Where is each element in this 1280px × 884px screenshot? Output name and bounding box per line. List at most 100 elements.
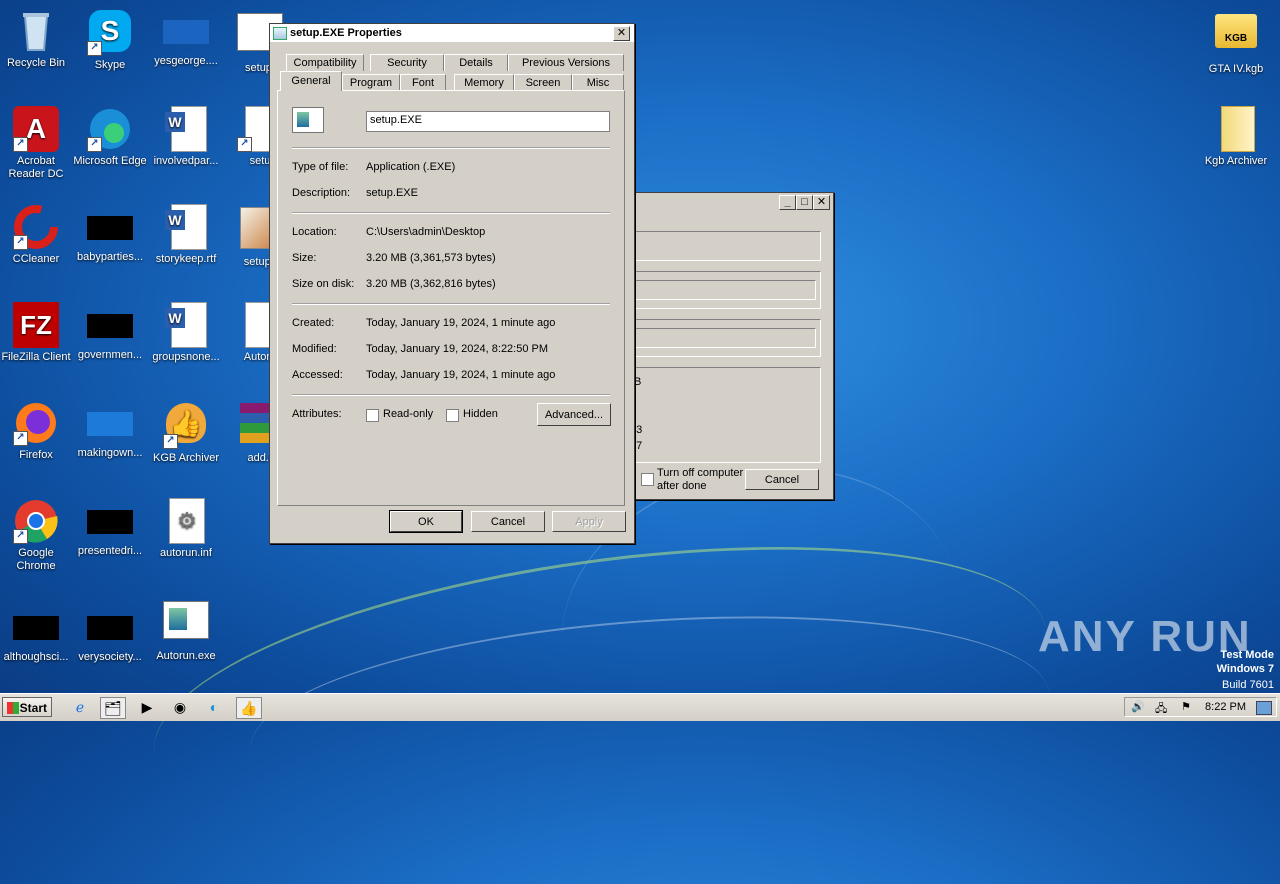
windows-version-text: Windows 7 [1216, 663, 1274, 675]
desktop-icon-label: makingown... [77, 447, 143, 459]
tab-font[interactable]: Font [400, 74, 446, 91]
attributes-label: Attributes: [292, 408, 342, 420]
desktop-icon-chrome[interactable]: ↗ Google Chrome [0, 498, 74, 573]
tab-screen[interactable]: Screen [514, 74, 572, 91]
desktop-icon-ccleaner[interactable]: ↗ CCleaner [0, 204, 74, 266]
show-desktop-icon[interactable] [1256, 701, 1272, 715]
desktop-icon-acrobat[interactable]: A ↗ Acrobat Reader DC [0, 106, 74, 181]
desktop-icon-gta-kgb[interactable]: KGB GTA IV.kgb [1198, 8, 1274, 76]
edge-taskbar-icon[interactable]: ◐ [202, 697, 226, 717]
build-number-text: Build 7601 [1222, 679, 1274, 691]
volume-icon[interactable]: 🔊 [1131, 700, 1145, 713]
file-thumbnail-icon [13, 616, 59, 640]
desktop-icon-label: Microsoft Edge [73, 155, 147, 167]
desktop-icon-skype[interactable]: S ↗ Skype [72, 8, 148, 72]
system-tray: 🔊 🖧 ⚑ 8:22 PM [1124, 697, 1277, 717]
created-value: Today, January 19, 2024, 1 minute ago [366, 317, 556, 329]
desktop-icon-autorun-inf[interactable]: ⚙ autorun.inf [148, 498, 224, 560]
thumbs-up-icon: 👍 ↗ [163, 403, 209, 449]
tab-security[interactable]: Security [370, 54, 444, 71]
minimize-button[interactable]: _ [779, 195, 796, 210]
read-only-label: Read-only [383, 408, 434, 420]
kgb-archiver-taskbar-icon[interactable]: 👍 [236, 697, 262, 719]
desktop-icon-label: GTA IV.kgb [1208, 63, 1264, 75]
desktop-icon-yesgeorge[interactable]: yesgeorge.... [148, 8, 224, 68]
desktop-icon-label: CCleaner [12, 253, 60, 265]
tab-compatibility[interactable]: Compatibility [286, 54, 364, 71]
tab-general[interactable]: General [280, 71, 342, 91]
desktop-icon-kgb-archiver[interactable]: 👍 ↗ KGB Archiver [148, 400, 224, 465]
test-mode-text: Test Mode [1220, 649, 1274, 661]
desktop-icon-label: babyparties... [76, 251, 144, 263]
chrome-taskbar-icon[interactable]: ◉ [168, 697, 192, 717]
hidden-checkbox[interactable] [446, 409, 459, 422]
tab-previous-versions[interactable]: Previous Versions [508, 54, 624, 71]
turn-off-checkbox[interactable] [641, 473, 654, 486]
desktop-icon-storykeep[interactable]: W storykeep.rtf [148, 204, 224, 266]
read-only-checkbox[interactable] [366, 409, 379, 422]
network-icon[interactable]: 🖧 [1155, 700, 1167, 719]
close-button[interactable]: ✕ [613, 26, 630, 41]
turn-off-label: Turn off computer after done [657, 467, 744, 492]
type-value: Application (.EXE) [366, 161, 456, 173]
accessed-value: Today, January 19, 2024, 1 minute ago [366, 369, 556, 381]
internet-explorer-icon[interactable]: ℯ [68, 697, 92, 717]
desktop-icon-label: Acrobat Reader DC [8, 155, 64, 180]
cancel-button[interactable]: Cancel [745, 469, 819, 490]
desktop-icon-edge[interactable]: ↗ Microsoft Edge [72, 106, 148, 168]
start-button[interactable]: Start [2, 697, 52, 717]
desktop-icon-label: Google Chrome [16, 547, 56, 572]
maximize-button[interactable]: □ [796, 195, 813, 210]
desktop-icon-filezilla[interactable]: FZ FileZilla Client [0, 302, 74, 364]
tab-program[interactable]: Program [342, 74, 400, 91]
close-button[interactable]: ✕ [813, 195, 830, 210]
background-installer-dialog: _ □ ✕ B 43 47 Turn off computer after do… [600, 192, 834, 500]
group-box [621, 319, 821, 357]
ok-button[interactable]: OK [389, 510, 463, 533]
description-label: Description: [292, 187, 351, 199]
desktop-icon-label: Firefox [19, 449, 53, 461]
word-document-icon: W [163, 106, 209, 152]
properties-dialog: setup.EXE Properties ✕ Compatibility Sec… [269, 23, 635, 544]
created-label: Created: [292, 317, 335, 329]
filename-field[interactable]: setup.EXE [366, 111, 610, 132]
desktop-icon-presentedri[interactable]: presentedri... [72, 498, 148, 558]
desktop-icon-autorun-exe[interactable]: Autorun.exe [148, 596, 224, 663]
desktop-icon-makingown[interactable]: makingown... [72, 400, 148, 460]
desktop-icon-recycle-bin[interactable]: Recycle Bin [0, 8, 74, 70]
file-explorer-icon[interactable]: 🗂 [100, 697, 126, 719]
desktop-icon-babyparties[interactable]: babyparties... [72, 204, 148, 264]
desktop-icon-label: autorun.inf [160, 547, 212, 559]
settings-file-icon: ⚙ [163, 498, 209, 544]
dialog-title: setup.EXE Properties [290, 27, 402, 39]
clock[interactable]: 8:22 PM [1205, 701, 1246, 713]
cancel-button[interactable]: Cancel [471, 511, 545, 532]
desktop-icon-label: Autorun.exe [156, 650, 216, 662]
action-center-flag-icon[interactable]: ⚑ [1181, 700, 1191, 713]
recycle-bin-icon [13, 8, 59, 54]
desktop-icon-label: Recycle Bin [6, 57, 66, 69]
location-label: Location: [292, 226, 337, 238]
media-player-icon[interactable]: ▶ [135, 697, 159, 717]
advanced-button[interactable]: Advanced... [537, 403, 611, 426]
desktop-icon-althoughsci[interactable]: althoughsci... [0, 602, 74, 664]
desktop-icon-label: althoughsci... [3, 651, 69, 663]
apply-button[interactable]: Apply [552, 511, 626, 532]
desktop-icon-governmen[interactable]: governmen... [72, 302, 148, 362]
word-document-icon: W [163, 302, 209, 348]
desktop-icon-firefox[interactable]: ↗ Firefox [0, 400, 74, 462]
desktop-icon-verysociety[interactable]: verysociety... [72, 602, 148, 664]
desktop-icon-label: governmen... [77, 349, 143, 361]
tab-memory[interactable]: Memory [454, 74, 514, 91]
accessed-label: Accessed: [292, 369, 343, 381]
desktop-icon-kgb-archiver-folder[interactable]: Kgb Archiver [1198, 106, 1274, 168]
desktop-icon-groupsnone[interactable]: W groupsnone... [148, 302, 224, 364]
tab-misc[interactable]: Misc [572, 74, 624, 91]
desktop-icon-involvedpar[interactable]: W involvedpar... [148, 106, 224, 168]
group-box [621, 271, 821, 309]
application-icon [292, 107, 324, 133]
separator [292, 394, 610, 396]
general-tab-panel: setup.EXE Type of file: Application (.EX… [277, 90, 625, 506]
background-dialog-titlebar: _ □ ✕ [601, 193, 833, 211]
tab-details[interactable]: Details [444, 54, 508, 71]
